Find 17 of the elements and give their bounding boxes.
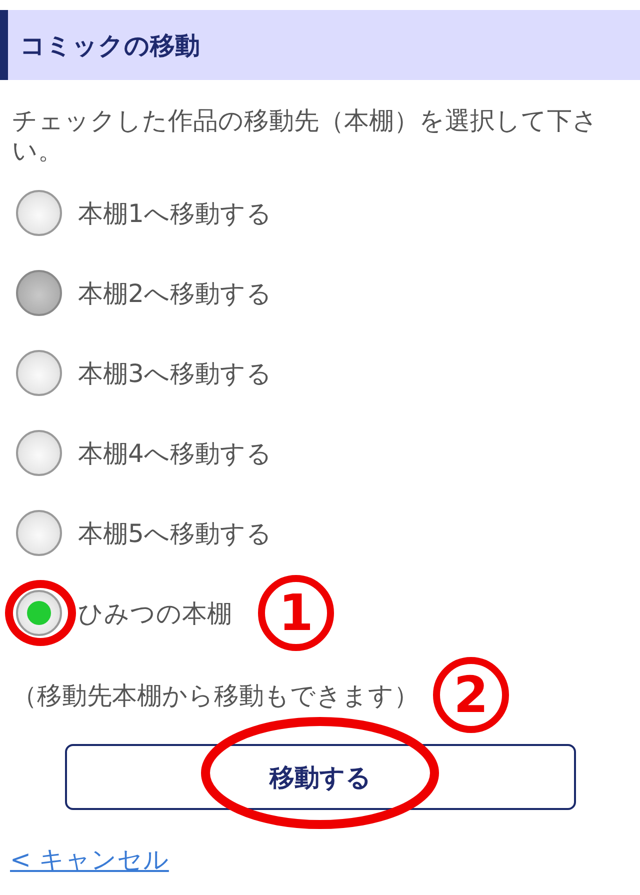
move-button[interactable]: 移動する bbox=[65, 744, 576, 810]
radio-button[interactable] bbox=[16, 590, 62, 636]
step-number: 2 bbox=[433, 657, 509, 733]
note-text: （移動先本棚から移動もできます） bbox=[12, 680, 419, 712]
option-label[interactable]: 本棚3へ移動する bbox=[78, 356, 272, 390]
radio-button[interactable] bbox=[16, 510, 62, 556]
cancel-link[interactable]: < キャンセル bbox=[10, 845, 169, 875]
radio-button[interactable] bbox=[16, 350, 62, 396]
step-number: 1 bbox=[258, 575, 334, 651]
option-label[interactable]: 本棚4へ移動する bbox=[78, 436, 272, 470]
option-label[interactable]: 本棚5へ移動する bbox=[78, 516, 272, 550]
radio-button[interactable] bbox=[16, 430, 62, 476]
radio-button[interactable] bbox=[16, 190, 62, 236]
option-label[interactable]: ひみつの本棚 bbox=[78, 596, 232, 630]
section-title: コミックの移動 bbox=[20, 30, 200, 62]
instruction-text: チェックした作品の移動先（本棚）を選択して下さい。 bbox=[11, 106, 599, 166]
option-label[interactable]: 本棚1へ移動する bbox=[78, 196, 272, 230]
